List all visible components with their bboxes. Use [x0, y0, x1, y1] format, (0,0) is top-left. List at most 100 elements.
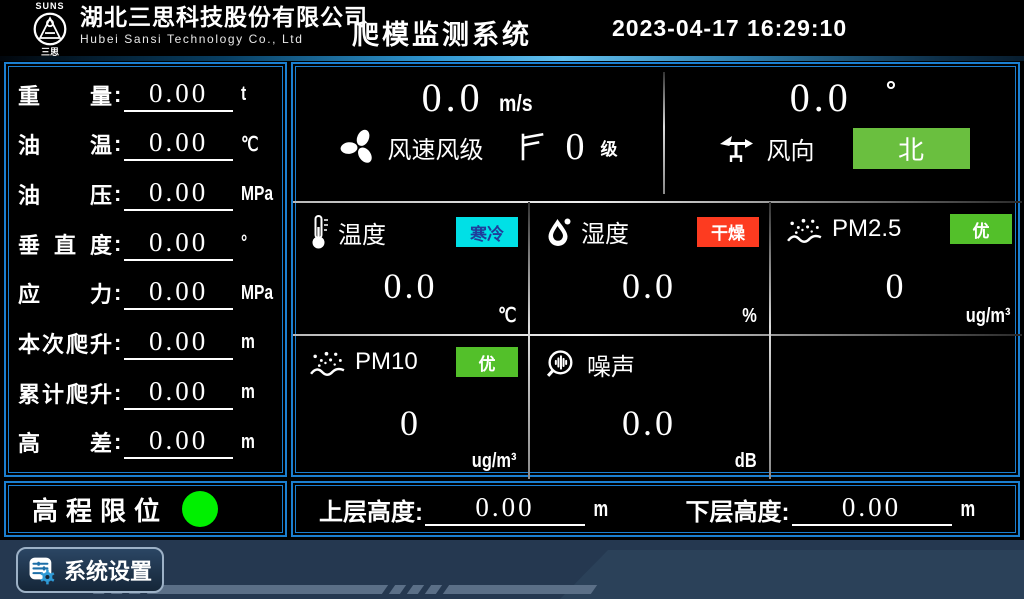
measure-row-oil-pressure: 油压 : 0.00 MPa — [18, 171, 275, 217]
colon: : — [114, 280, 121, 306]
measure-row-oil-temp: 油温 : 0.00 ℃ — [18, 121, 275, 167]
lower-height-unit: m — [960, 496, 975, 522]
wind-direction-badge: 北 — [853, 128, 970, 169]
footer-bar: 系统设置 — [0, 540, 1024, 599]
temperature-status-badge: 寒冷 — [456, 217, 518, 247]
measure-row-stress: 应力 : 0.00 MPa — [18, 270, 275, 316]
measure-value: 0.00 — [124, 127, 233, 161]
wind-speed-section: 0.0 m/s 风速风级 — [293, 64, 664, 202]
sensor-label: 湿度 — [581, 214, 629, 249]
wind-direction-section: 0.0 ° 风向 北 — [664, 64, 1022, 202]
sensor-unit: dB — [735, 450, 757, 473]
system-settings-button[interactable]: 系统设置 — [16, 547, 164, 593]
sensor-label: 温度 — [338, 215, 386, 250]
fan-icon — [340, 128, 378, 166]
footer-stripes — [96, 585, 594, 594]
humidity-icon — [545, 216, 572, 248]
lower-height-value: 0.00 — [792, 492, 952, 525]
colon: : — [114, 131, 121, 157]
measure-unit: ℃ — [241, 132, 268, 157]
measure-row-verticality: 垂直度 : 0.00 ° — [18, 221, 275, 267]
particles-icon — [786, 215, 823, 244]
measure-unit: MPa — [241, 282, 268, 305]
measure-row-weight: 重量 : 0.00 t — [18, 72, 275, 118]
sensor-value: 0.0 — [529, 268, 769, 304]
settings-button-label: 系统设置 — [64, 554, 152, 586]
measure-row-total-climb: 累计爬升 : 0.00 m — [18, 370, 275, 416]
measure-label: 垂直度 — [18, 228, 112, 260]
measure-unit: t — [241, 83, 268, 106]
sensor-value: 0.0 — [293, 268, 528, 304]
sensor-label: PM10 — [355, 348, 418, 376]
sensor-cell-temperature: 温度 寒冷 0.0 ℃ — [293, 202, 528, 334]
company-name-cn: 湖北三思科技股份有限公司 — [80, 5, 368, 30]
noise-icon — [545, 348, 578, 381]
environment-panel: 0.0 m/s 风速风级 — [291, 62, 1020, 477]
upper-height-value: 0.00 — [425, 492, 585, 525]
sensor-unit: ℃ — [498, 303, 516, 328]
upper-height-unit: m — [593, 496, 608, 522]
measure-unit: m — [241, 331, 268, 354]
colon: : — [114, 231, 121, 257]
pm25-status-badge: 优 — [950, 214, 1012, 244]
wind-direction-label: 风向 — [767, 131, 815, 166]
sensor-unit: ug/m³ — [471, 450, 516, 473]
header: SUNS 三思 湖北三思科技股份有限公司 Hubei Sansi Technol… — [0, 0, 1024, 56]
wind-vane-icon — [717, 134, 757, 164]
sensor-value: 0 — [293, 405, 528, 441]
thermometer-icon — [309, 214, 329, 250]
settings-sliders-gear-icon — [28, 551, 56, 589]
measure-unit: m — [241, 431, 268, 454]
colon: : — [114, 380, 121, 406]
datetime-display: 2023-04-17 16:29:10 — [612, 15, 847, 42]
sensor-cell-pm10: PM10 优 0 ug/m³ — [293, 335, 528, 479]
measure-unit: MPa — [241, 183, 268, 206]
particles-icon — [309, 348, 346, 377]
elevation-limit-label: 高程限位 — [32, 491, 168, 528]
measure-unit: m — [241, 381, 268, 404]
measure-label: 重量 — [18, 79, 112, 111]
wind-speed-value: 0.0 — [422, 78, 484, 118]
upper-height-label: 上层高度: — [319, 492, 423, 527]
wind-direction-value: 0.0 — [790, 78, 852, 118]
colon: : — [114, 181, 121, 207]
company-logo: SUNS 三思 — [22, 1, 78, 58]
wind-speed-label: 风速风级 — [388, 130, 484, 165]
lower-height-group: 下层高度: 0.00 m — [686, 492, 993, 527]
measure-value: 0.00 — [124, 376, 233, 410]
measure-value: 0.00 — [124, 227, 233, 261]
measurements-sidebar: 重量 : 0.00 t 油温 : 0.00 ℃ 油压 : 0.00 MPa 垂直… — [4, 62, 287, 477]
measure-label: 油压 — [18, 178, 112, 210]
lower-height-label: 下层高度: — [686, 492, 790, 527]
measure-value: 0.00 — [124, 425, 233, 459]
footer-accent-shape — [560, 550, 1024, 599]
measure-label: 累计爬升 — [18, 377, 112, 409]
humidity-status-badge: 干燥 — [697, 217, 759, 247]
page-title: 爬模监测系统 — [352, 13, 532, 52]
wind-level-unit: 级 — [601, 135, 618, 160]
wind-speed-unit: m/s — [499, 90, 533, 117]
sensor-cell-pm25: PM2.5 优 0 ug/m³ — [770, 202, 1022, 334]
layer-heights-box: 上层高度: 0.00 m 下层高度: 0.00 m — [291, 481, 1020, 537]
company-name-en: Hubei Sansi Technology Co., Ltd — [80, 32, 368, 46]
measure-unit: ° — [241, 232, 268, 255]
measure-label: 本次爬升 — [18, 327, 112, 359]
measure-value: 0.00 — [124, 177, 233, 211]
wind-direction-unit: ° — [886, 75, 896, 106]
colon: : — [114, 330, 121, 356]
sensor-label: PM2.5 — [832, 215, 901, 243]
elevation-limit-box: 高程限位 — [4, 481, 287, 537]
company-name: 湖北三思科技股份有限公司 Hubei Sansi Technology Co.,… — [80, 5, 368, 46]
sensor-cell-humidity: 湿度 干燥 0.0 % — [529, 202, 769, 334]
wind-level-icon — [516, 132, 544, 162]
logo-suns-text: SUNS — [22, 1, 78, 11]
measure-label: 应力 — [18, 277, 112, 309]
header-divider — [0, 56, 1024, 61]
measure-value: 0.00 — [124, 78, 233, 112]
measure-value: 0.00 — [124, 326, 233, 360]
measure-row-current-climb: 本次爬升 : 0.00 m — [18, 320, 275, 366]
measure-row-height-diff: 高差 : 0.00 m — [18, 419, 275, 465]
screen: SUNS 三思 湖北三思科技股份有限公司 Hubei Sansi Technol… — [0, 0, 1024, 599]
sensor-label: 噪声 — [587, 347, 635, 382]
wind-level-value: 0 — [566, 128, 585, 166]
